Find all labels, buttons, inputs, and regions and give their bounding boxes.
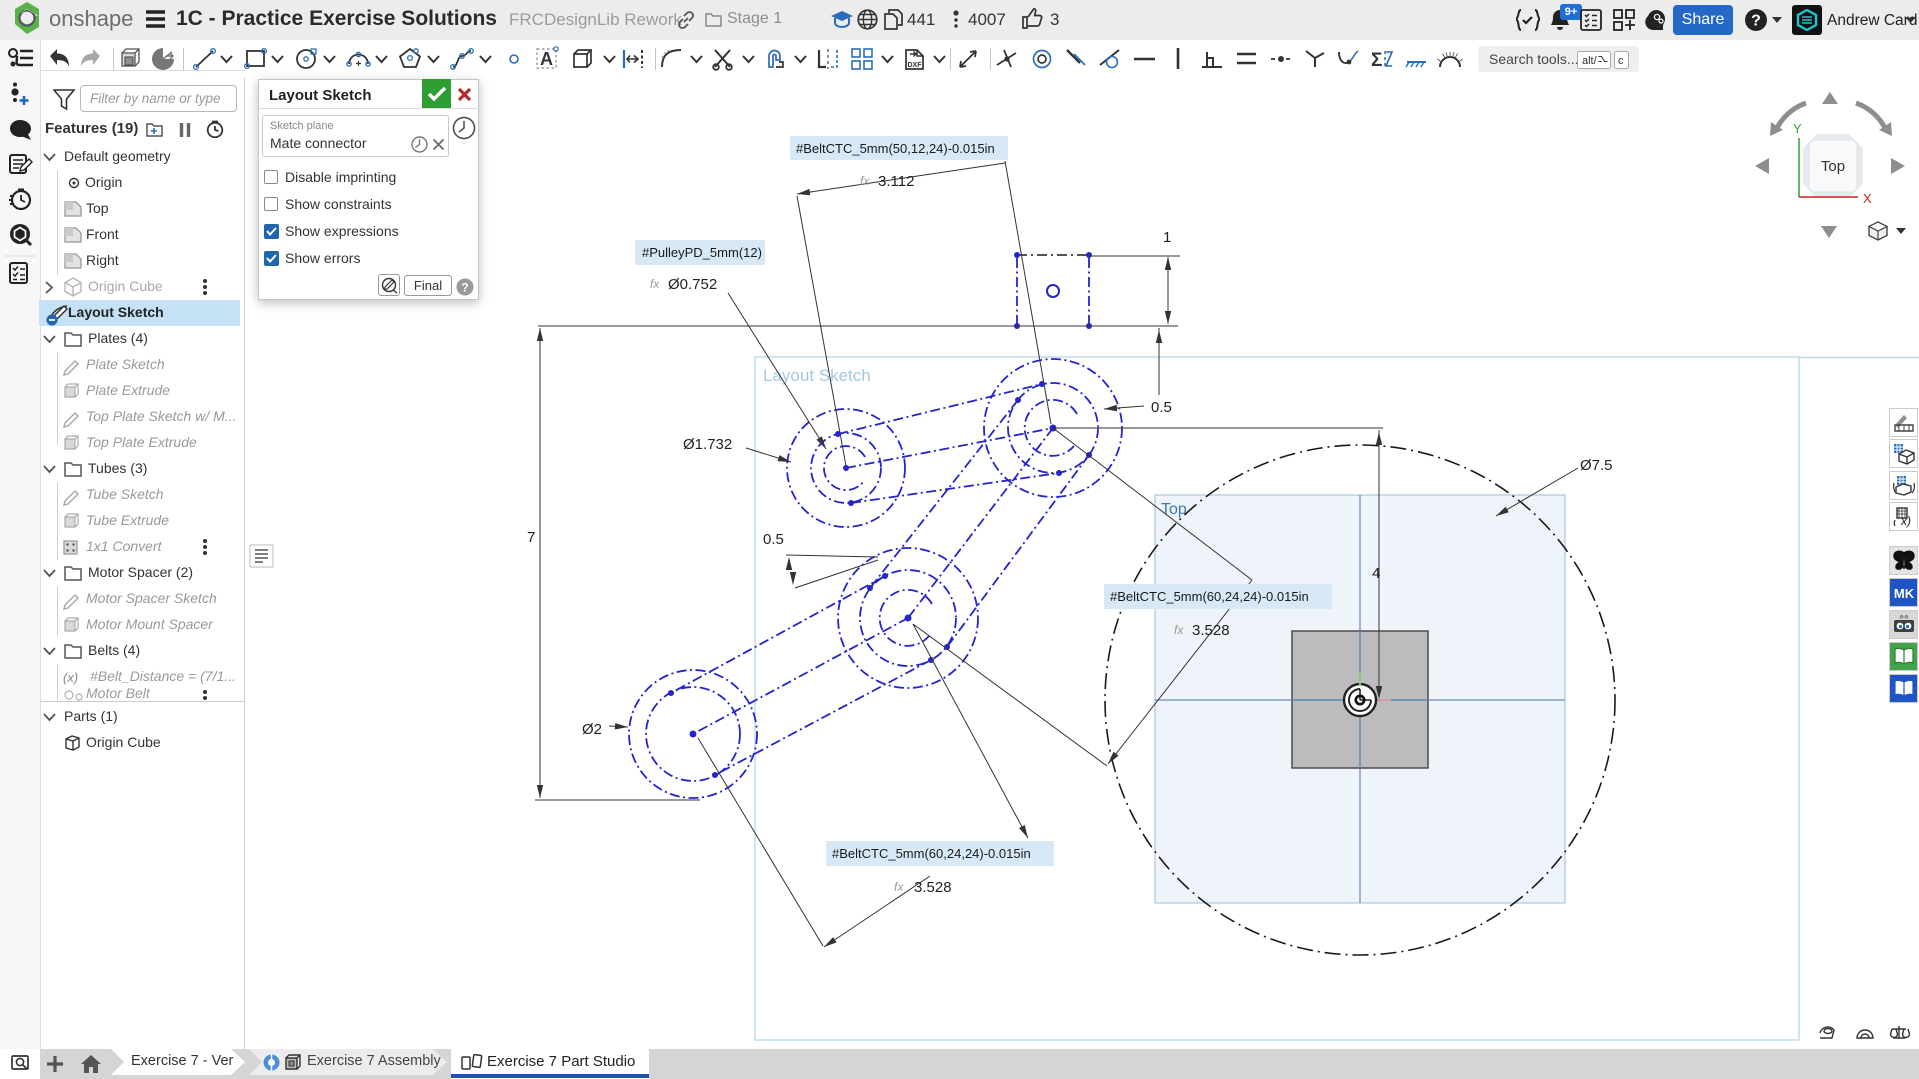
svg-text:?: ? [1751,13,1761,30]
svg-text:alt/: alt/ [1582,55,1598,67]
svg-text:Layout Sketch: Layout Sketch [763,366,871,385]
svg-text:Top: Top [1161,501,1187,518]
svg-text:MK: MK [1893,586,1914,601]
svg-text:Ø2: Ø2 [582,721,602,738]
svg-text:?: ? [461,281,468,295]
svg-text:Y: Y [1793,121,1802,136]
svg-text:DXF: DXF [908,62,923,69]
svg-text:Σ: Σ [1371,50,1382,71]
svg-text:0.5: 0.5 [1151,399,1172,416]
svg-text:3.528: 3.528 [914,879,952,896]
svg-text:0.5: 0.5 [763,531,784,548]
svg-text:4: 4 [1372,565,1380,582]
svg-text:A: A [540,49,553,69]
svg-text:3.528: 3.528 [1192,622,1230,639]
svg-text:Top: Top [1821,158,1845,175]
svg-text:⚙⚙: ⚙⚙ [1899,614,1908,620]
svg-text:7: 7 [527,529,535,546]
svg-text:#BeltCTC_5mm(50,12,24)-0.015in: #BeltCTC_5mm(50,12,24)-0.015in [796,141,995,156]
svg-text:Ø1.732: Ø1.732 [683,436,732,453]
svg-text:Ø7.5: Ø7.5 [1580,457,1613,474]
svg-text:Ø0.752: Ø0.752 [668,276,717,293]
svg-text:#BeltCTC_5mm(60,24,24)-0.015in: #BeltCTC_5mm(60,24,24)-0.015in [1110,589,1309,604]
svg-text:X: X [1863,191,1872,206]
svg-text:fx: fx [860,174,870,188]
svg-text:3.112: 3.112 [878,173,914,190]
svg-text:#PulleyPD_5mm(12): #PulleyPD_5mm(12) [642,245,762,260]
svg-text:c: c [1618,55,1624,67]
svg-text:fx: fx [894,880,904,894]
svg-text:Search tools...: Search tools... [1489,51,1579,67]
svg-text:x): x) [1900,514,1911,528]
svg-text:#BeltCTC_5mm(60,24,24)-0.015in: #BeltCTC_5mm(60,24,24)-0.015in [832,846,1031,861]
svg-text:fx: fx [650,277,660,291]
svg-text:fx: fx [1174,623,1184,637]
svg-text:1: 1 [1163,229,1171,246]
